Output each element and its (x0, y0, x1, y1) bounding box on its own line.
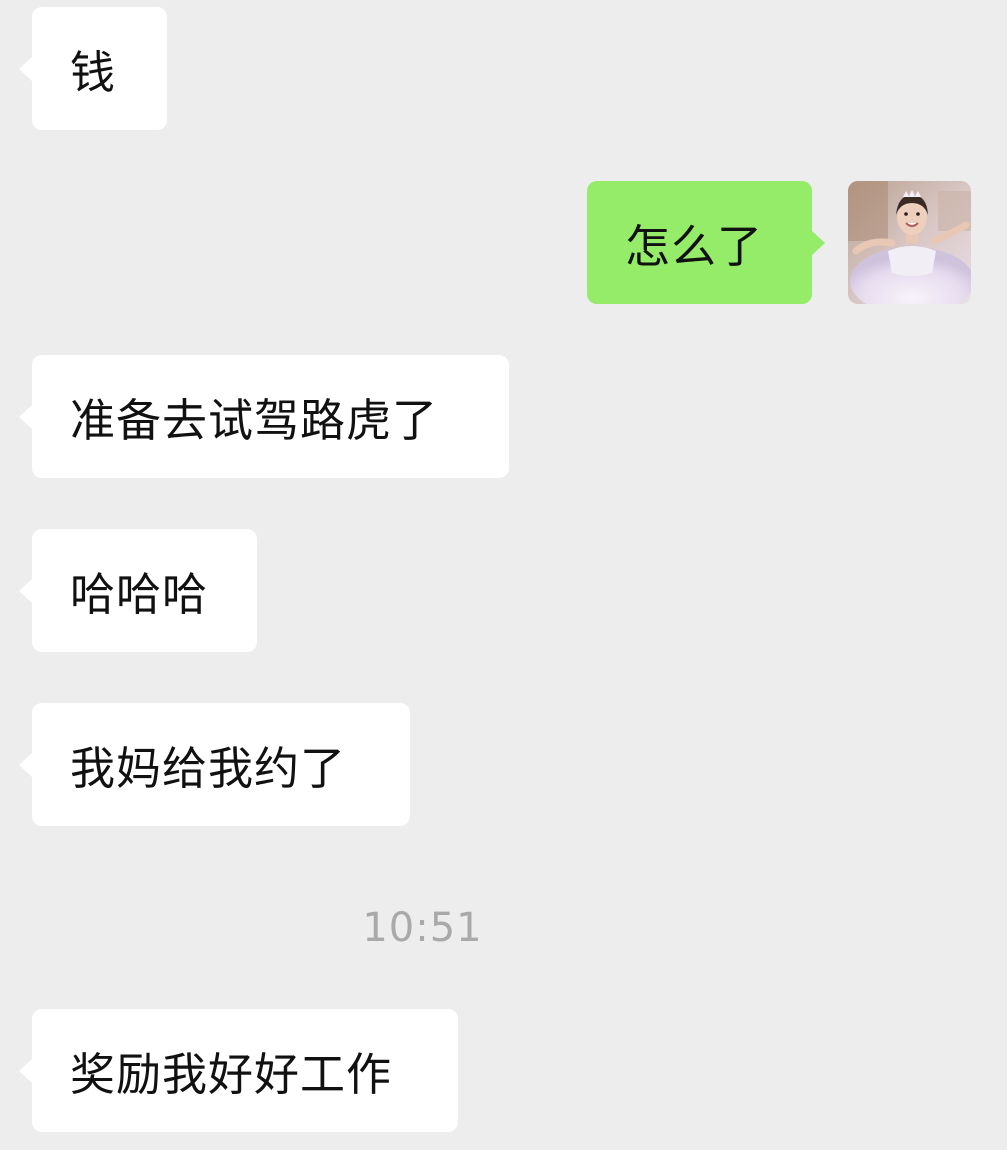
message-text: 哈哈哈 (70, 568, 209, 621)
message-text: 奖励我好好工作 (70, 1048, 393, 1101)
message-text: 钱 (70, 46, 117, 99)
message-timestamp: 10:51 (362, 905, 483, 951)
outgoing-message-bubble[interactable]: 怎么了 (587, 181, 825, 304)
incoming-message-bubble[interactable]: 奖励我好好工作 (19, 1009, 458, 1132)
message-text: 我妈给我约了 (70, 742, 347, 795)
incoming-message-bubble[interactable]: 我妈给我约了 (19, 703, 410, 826)
avatar-photo (848, 181, 971, 304)
message-text: 准备去试驾路虎了 (70, 394, 439, 447)
incoming-message-bubble[interactable]: 哈哈哈 (19, 529, 257, 652)
incoming-message-bubble[interactable]: 准备去试驾路虎了 (19, 355, 509, 478)
user-avatar[interactable] (848, 181, 971, 304)
message-text: 怎么了 (625, 220, 764, 273)
incoming-message-bubble[interactable]: 钱 (19, 7, 167, 130)
chat-thread: 钱 怎么了 准备去试驾路虎了 哈哈哈 我妈给我约了 10:51 奖励我好好工作 (0, 0, 1007, 1150)
